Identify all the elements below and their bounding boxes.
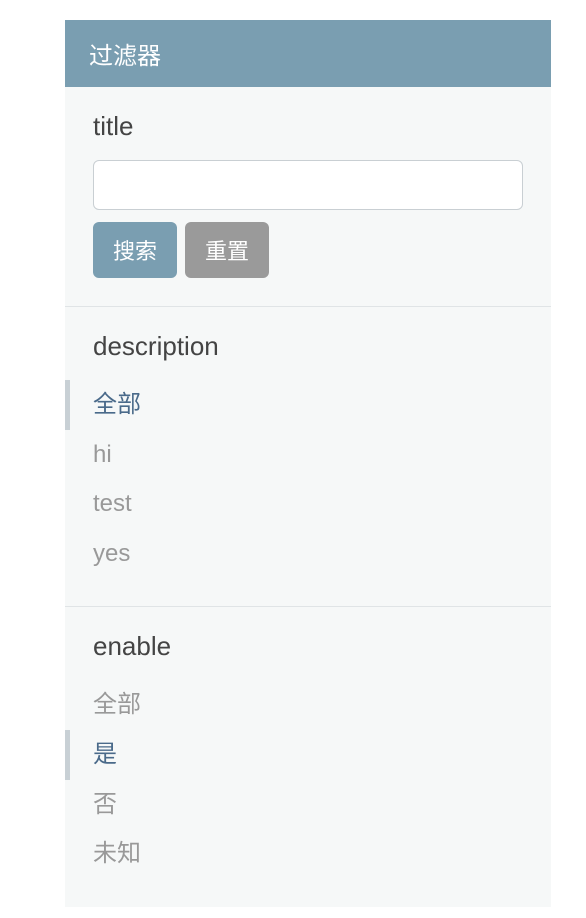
description-item-test[interactable]: test — [65, 479, 523, 529]
section-description: description 全部 hi test yes — [65, 306, 551, 606]
button-row: 搜索 重置 — [93, 222, 523, 278]
enable-item-yes[interactable]: 是 — [65, 730, 523, 780]
panel-header: 过滤器 — [65, 20, 551, 87]
description-item-all[interactable]: 全部 — [65, 380, 523, 430]
description-item-hi[interactable]: hi — [65, 430, 523, 480]
section-title-label: title — [93, 111, 523, 142]
filter-panel: 过滤器 title 搜索 重置 description 全部 hi test y… — [65, 20, 551, 907]
reset-button[interactable]: 重置 — [185, 222, 269, 278]
title-input[interactable] — [93, 160, 523, 210]
search-button[interactable]: 搜索 — [93, 222, 177, 278]
enable-item-no[interactable]: 否 — [65, 780, 523, 830]
description-item-yes[interactable]: yes — [65, 529, 523, 579]
panel-title: 过滤器 — [89, 43, 161, 70]
section-description-label: description — [93, 331, 523, 362]
enable-item-unknown[interactable]: 未知 — [65, 829, 523, 879]
description-list: 全部 hi test yes — [65, 380, 523, 578]
enable-item-all[interactable]: 全部 — [65, 680, 523, 730]
section-title: title 搜索 重置 — [65, 87, 551, 306]
section-enable: enable 全部 是 否 未知 — [65, 606, 551, 906]
enable-list: 全部 是 否 未知 — [65, 680, 523, 878]
section-enable-label: enable — [93, 631, 523, 662]
